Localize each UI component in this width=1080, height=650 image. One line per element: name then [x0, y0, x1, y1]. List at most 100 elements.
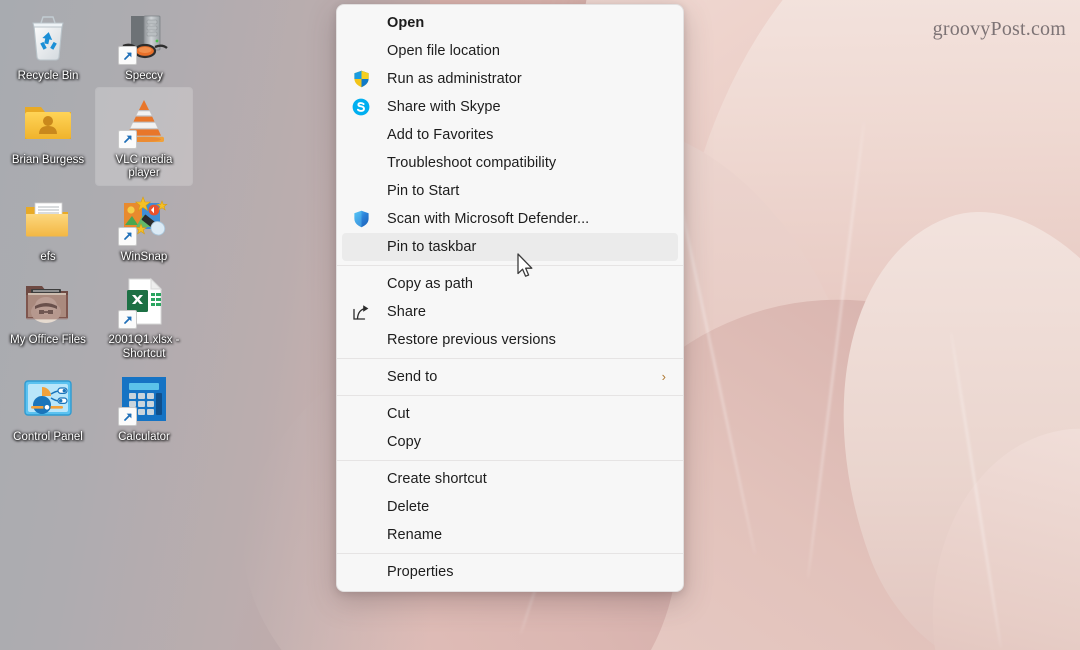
menu-item[interactable]: Open file location — [342, 37, 678, 65]
site-watermark: groovyPost.com — [932, 18, 1066, 40]
desktop-icon[interactable]: efs — [0, 185, 96, 269]
desktop-icon[interactable]: Control Panel — [0, 365, 96, 449]
control-panel-icon — [20, 371, 76, 427]
menu-item-label: Add to Favorites — [387, 127, 494, 143]
shortcut-arrow-icon — [118, 226, 137, 246]
menu-item[interactable]: Run as administrator — [342, 65, 678, 93]
menu-item-icon-placeholder — [350, 432, 372, 452]
menu-item-label: Pin to Start — [387, 183, 460, 199]
menu-item-label: Pin to taskbar — [387, 239, 477, 255]
shortcut-arrow-icon — [118, 407, 137, 426]
menu-item[interactable]: Open — [342, 9, 678, 37]
menu-separator — [337, 460, 683, 461]
menu-item-icon-placeholder — [350, 41, 372, 61]
desktop-icon-row: efs WinSnap — [0, 185, 200, 269]
calculator-icon — [116, 371, 172, 427]
excel-file-icon — [116, 274, 172, 330]
recycle-bin-icon — [20, 10, 76, 66]
desktop-icon-row: Recycle Bin Speccy — [0, 4, 200, 88]
menu-item[interactable]: Cut — [342, 400, 678, 428]
menu-separator — [337, 265, 683, 266]
desktop-icon[interactable]: My Office Files — [0, 268, 96, 365]
menu-item-icon-placeholder — [350, 525, 372, 545]
user-folder-icon — [20, 94, 76, 150]
menu-item[interactable]: Troubleshoot compatibility — [342, 149, 678, 177]
menu-item-icon-placeholder — [350, 181, 372, 201]
desktop-icon-row: Brian Burgess VLC media player — [0, 86, 200, 186]
desktop-icon-grid: Recycle Bin Speccy Brian Burgess VLC med… — [0, 4, 200, 449]
menu-item-icon-placeholder — [350, 497, 372, 517]
menu-item[interactable]: Share with Skype — [342, 93, 678, 121]
menu-item-label: Open file location — [387, 43, 500, 59]
menu-item-icon-placeholder — [350, 469, 372, 489]
menu-separator — [337, 553, 683, 554]
menu-item-label: Scan with Microsoft Defender... — [387, 211, 590, 227]
menu-item-label: Delete — [387, 499, 430, 515]
menu-item[interactable]: Properties — [342, 558, 678, 586]
menu-item[interactable]: Pin to Start — [342, 177, 678, 205]
desktop-icon-row: My Office Files 2001Q1.xlsx - Shortcut — [0, 268, 200, 365]
desktop-icon-label: VLC media player — [115, 153, 173, 180]
photo-folder-icon — [20, 274, 76, 330]
desktop-icon-label: WinSnap — [120, 250, 168, 263]
menu-item-label: Share — [387, 304, 426, 320]
shortcut-arrow-icon — [118, 46, 137, 65]
menu-item[interactable]: Create shortcut — [342, 465, 678, 493]
menu-item[interactable]: Restore previous versions — [342, 326, 678, 354]
menu-item-icon-placeholder — [350, 274, 372, 294]
desktop-icon[interactable]: Speccy — [96, 4, 192, 88]
shortcut-arrow-icon — [118, 129, 137, 149]
skype-icon — [350, 97, 372, 117]
desktop-icon[interactable]: VLC media player — [95, 86, 193, 186]
menu-item-label: Troubleshoot compatibility — [387, 155, 557, 171]
menu-item[interactable]: Add to Favorites — [342, 121, 678, 149]
menu-item-label: Restore previous versions — [387, 332, 556, 348]
desktop-icon-label: Recycle Bin — [17, 70, 79, 82]
desktop-icon[interactable]: Calculator — [96, 365, 192, 449]
menu-item-label: Rename — [387, 527, 443, 543]
menu-item[interactable]: Pin to taskbar — [342, 233, 678, 261]
defender-shield-icon — [350, 209, 372, 229]
desktop-icon[interactable]: WinSnap — [96, 185, 192, 269]
desktop-icon[interactable]: Brian Burgess — [0, 88, 96, 185]
speccy-icon — [116, 10, 172, 66]
menu-item[interactable]: Copy — [342, 428, 678, 456]
menu-item-label: Properties — [387, 564, 454, 580]
desktop-icon-label: My Office Files — [10, 334, 86, 346]
desktop-icon[interactable]: Recycle Bin — [0, 4, 96, 88]
menu-item[interactable]: Rename — [342, 521, 678, 549]
menu-item-label: Run as administrator — [387, 71, 522, 87]
menu-item-label: Create shortcut — [387, 471, 487, 487]
menu-item-label: Share with Skype — [387, 99, 501, 115]
winsnap-icon — [116, 191, 172, 247]
menu-item[interactable]: Send to › — [342, 363, 678, 391]
vlc-cone-icon — [116, 94, 172, 150]
uac-shield-icon — [350, 69, 372, 89]
desktop-icon-row: Control Panel Calculator — [0, 365, 200, 449]
file-context-menu[interactable]: Open Open file location Run as administra… — [336, 4, 684, 592]
menu-item[interactable]: Copy as path — [342, 270, 678, 298]
desktop-icon-label: Brian Burgess — [11, 153, 85, 166]
desktop-icon[interactable]: 2001Q1.xlsx - Shortcut — [96, 268, 192, 365]
menu-item-label: Open — [387, 15, 425, 31]
menu-item-icon-placeholder — [350, 125, 372, 145]
menu-separator — [337, 395, 683, 396]
menu-item-label: Copy as path — [387, 276, 474, 292]
shortcut-arrow-icon — [118, 310, 137, 329]
desktop-icon-label: efs — [40, 250, 56, 263]
menu-item[interactable]: Share — [342, 298, 678, 326]
menu-item-label: Copy — [387, 434, 422, 450]
menu-item-icon-placeholder — [350, 237, 372, 257]
menu-item[interactable]: Delete — [342, 493, 678, 521]
menu-item-icon-placeholder — [350, 404, 372, 424]
desktop-icon-label: 2001Q1.xlsx - Shortcut — [108, 334, 180, 360]
desktop-screen: groovyPost.com Recycle Bin Speccy Brian … — [0, 0, 1080, 650]
document-folder-icon — [20, 191, 76, 247]
menu-item[interactable]: Scan with Microsoft Defender... — [342, 205, 678, 233]
menu-item-icon-placeholder — [350, 562, 372, 582]
menu-item-icon-placeholder — [350, 330, 372, 350]
menu-separator — [337, 358, 683, 359]
desktop-icon-label: Calculator — [118, 431, 170, 443]
menu-item-icon-placeholder — [350, 13, 372, 33]
desktop-icon-label: Speccy — [125, 70, 163, 82]
